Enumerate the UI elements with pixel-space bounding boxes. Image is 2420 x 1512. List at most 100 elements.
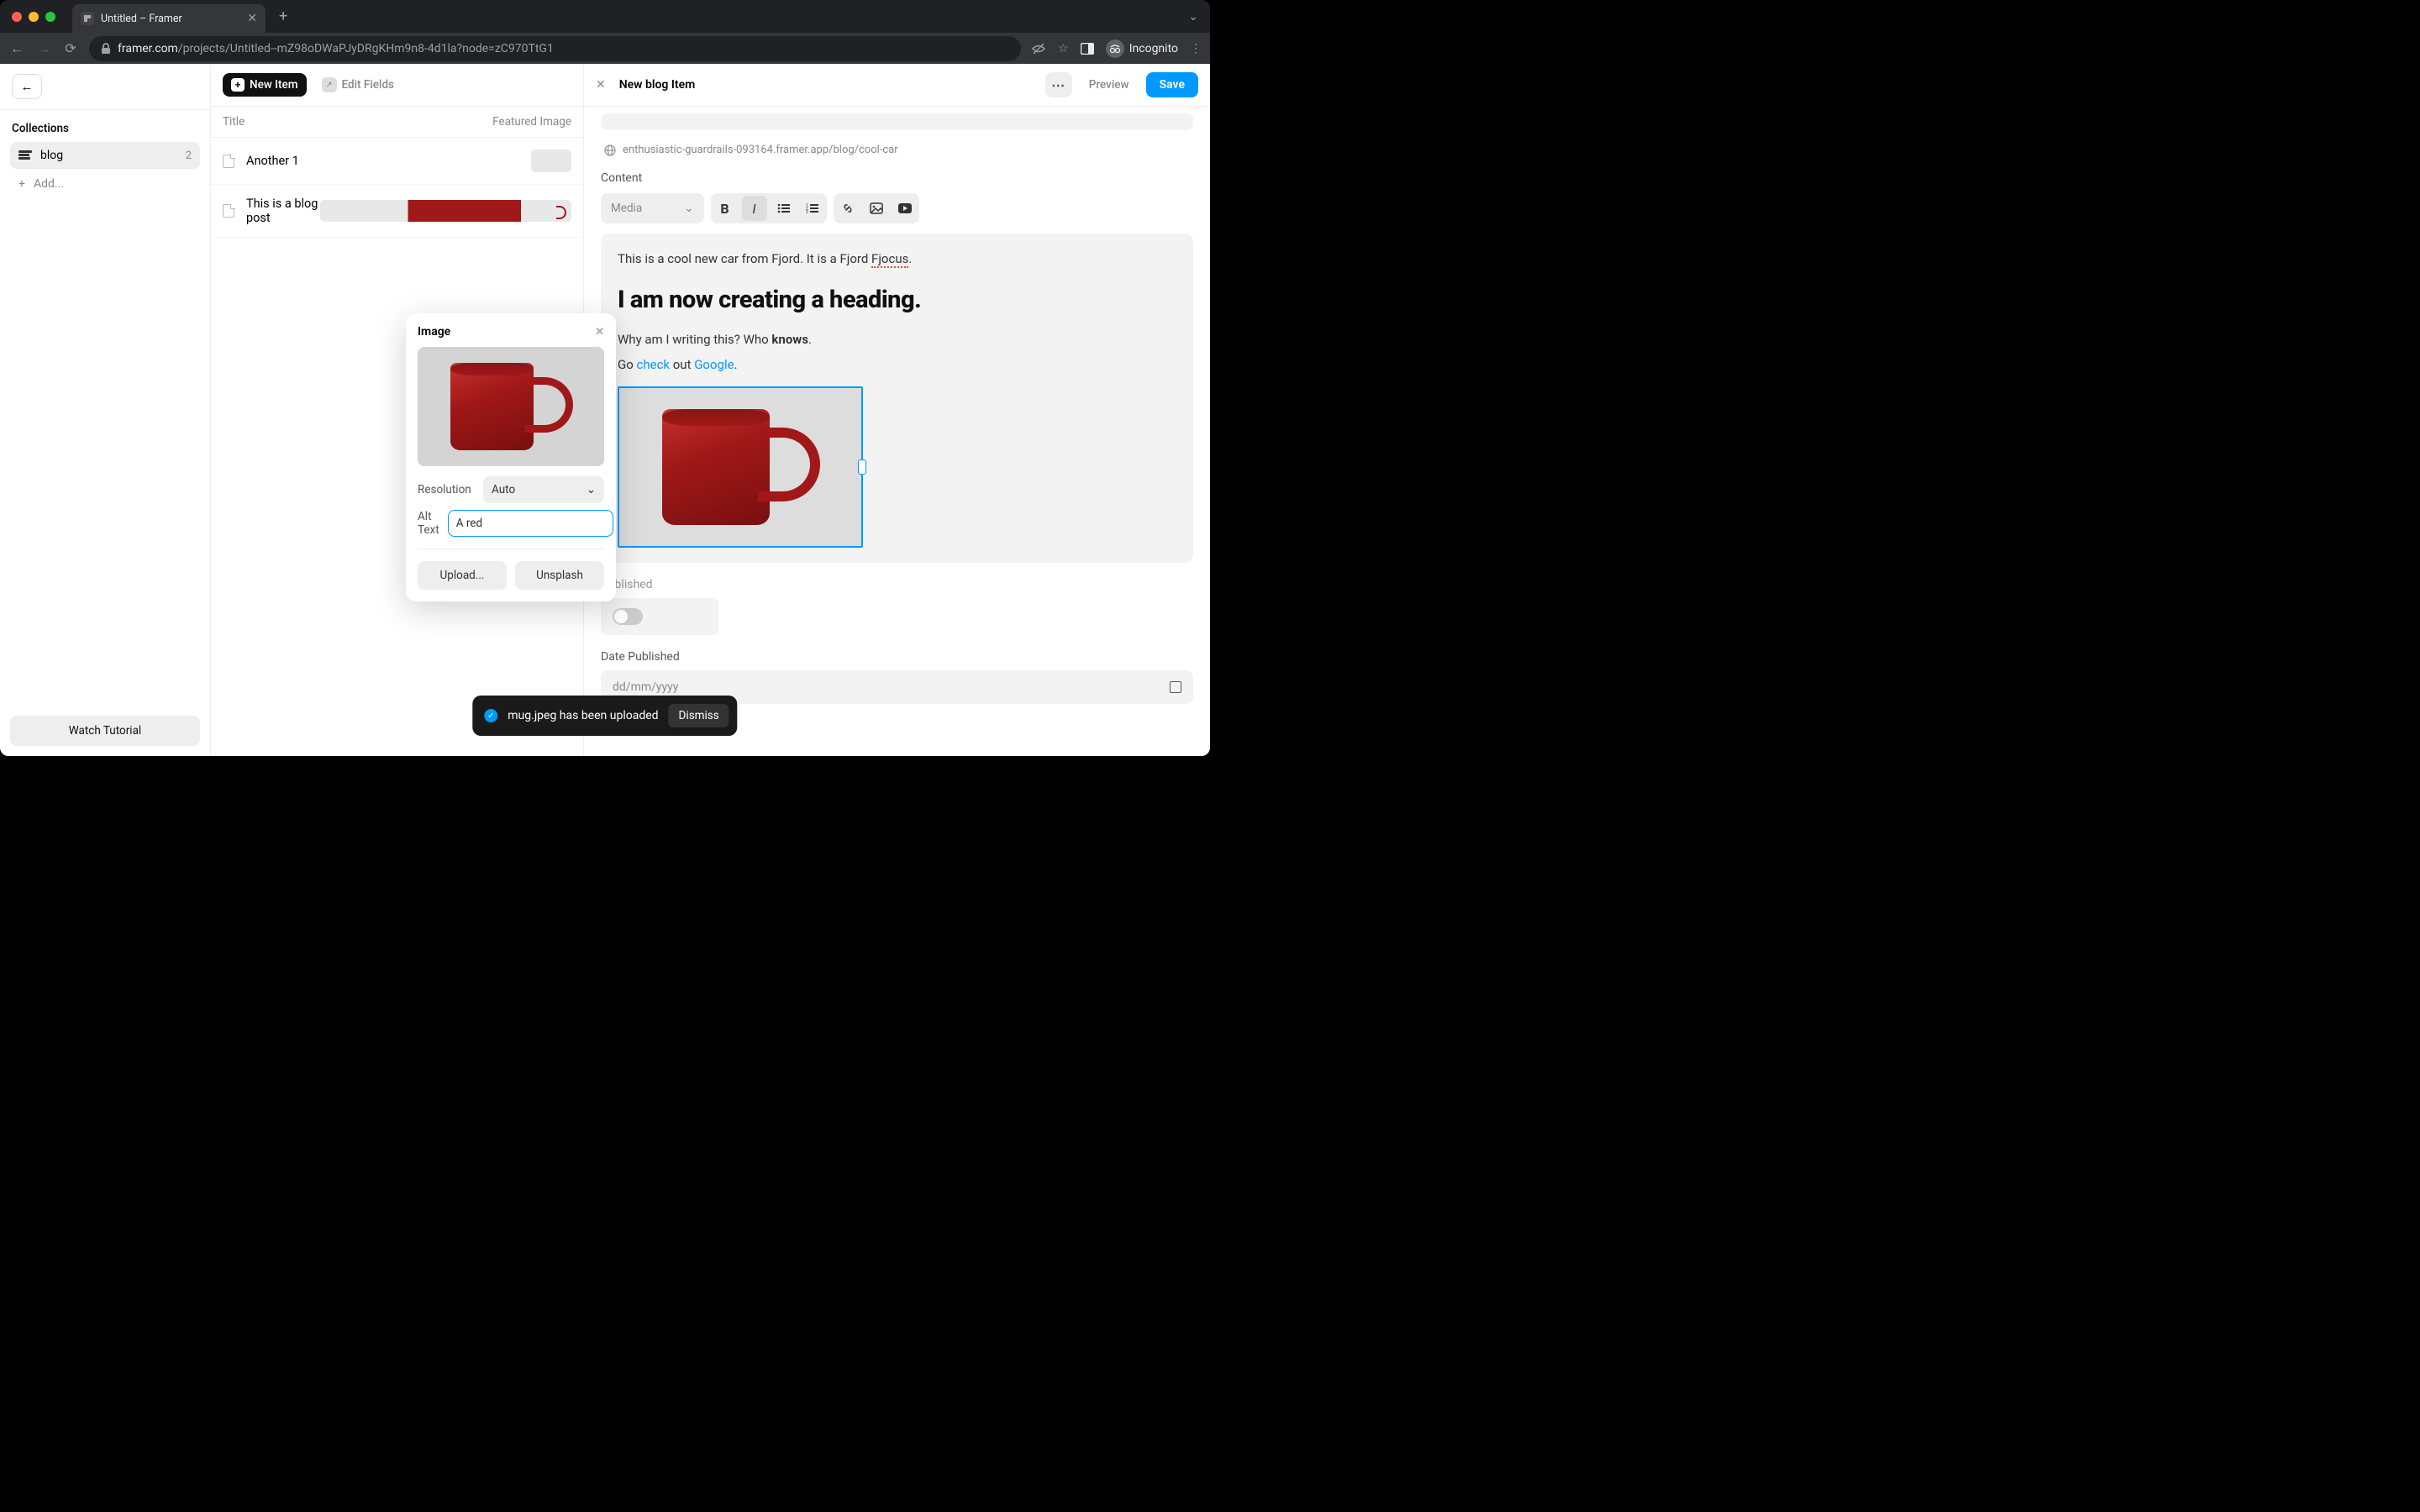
incognito-badge[interactable]: Incognito — [1106, 39, 1178, 58]
image-preview[interactable] — [418, 347, 604, 466]
popover-header: Image ✕ — [418, 325, 604, 339]
item-title: Another 1 — [246, 154, 531, 168]
panel-icon[interactable] — [1081, 43, 1094, 55]
resolution-select[interactable]: Auto ⌄ — [483, 476, 604, 503]
published-label: Published — [601, 578, 1193, 591]
add-collection-button[interactable]: + Add... — [10, 171, 200, 197]
incognito-icon — [1106, 39, 1124, 58]
insert-group — [834, 193, 919, 223]
maximize-window-button[interactable] — [45, 12, 55, 22]
video-button[interactable] — [891, 193, 919, 223]
item-thumbnail — [320, 200, 571, 223]
collection-count: 2 — [186, 150, 192, 162]
bold-button[interactable]: B — [711, 193, 739, 223]
more-options-button[interactable]: ⋯ — [1045, 72, 1072, 97]
left-sidebar: ← Collections blog 2 + Add... Watch Tuto… — [0, 64, 211, 756]
reload-button[interactable]: ⟳ — [62, 40, 79, 56]
new-item-label: New Item — [250, 78, 298, 92]
upload-button[interactable]: Upload... — [418, 561, 507, 590]
content-label: Content — [601, 171, 1193, 185]
bullet-list-button[interactable] — [770, 193, 798, 223]
save-button[interactable]: Save — [1146, 72, 1198, 97]
mug-image — [444, 360, 578, 454]
minimize-window-button[interactable] — [29, 12, 39, 22]
upload-toast: ✓ mug.jpeg has been uploaded Dismiss — [472, 696, 737, 736]
spellcheck-word: Fjocus — [871, 251, 908, 268]
item-row[interactable]: This is a blog post — [211, 185, 583, 238]
document-icon — [223, 204, 234, 218]
lock-icon — [101, 43, 111, 55]
panel-body: enthusiastic-guardrails-093164.framer.ap… — [584, 107, 1210, 756]
panel-header: ✕ New blog Item ⋯ Preview Save — [584, 64, 1210, 107]
editor-paragraph[interactable]: This is a cool new car from Fjord. It is… — [618, 249, 1176, 269]
italic-button[interactable]: I — [742, 196, 767, 221]
kebab-menu-icon[interactable]: ⋮ — [1190, 42, 1202, 55]
url-host: framer.com — [118, 42, 178, 55]
alt-text-label: Alt Text — [418, 510, 439, 537]
browser-tab[interactable]: Untitled – Framer ✕ — [72, 4, 266, 33]
document-icon — [223, 155, 234, 168]
image-resize-handle[interactable] — [858, 459, 866, 475]
collection-label: blog — [40, 149, 63, 162]
forward-button[interactable]: → — [35, 40, 52, 57]
address-bar: ← → ⟳ framer.com/projects/Untitled--mZ98… — [0, 33, 1210, 64]
tab-favicon — [81, 12, 94, 25]
numbered-list-button[interactable]: 123 — [798, 193, 827, 223]
slug-url-text: enthusiastic-guardrails-093164.framer.ap… — [623, 144, 898, 156]
url-path: /projects/Untitled--mZ98oDWaPJyDRgKHm9n8… — [178, 42, 554, 55]
edit-fields-button[interactable]: ↗ Edit Fields — [315, 72, 402, 97]
alt-text-input[interactable] — [448, 510, 613, 537]
editor-image-selected[interactable] — [618, 386, 863, 548]
eye-off-icon[interactable] — [1031, 41, 1046, 56]
media-dropdown[interactable]: Media ⌄ — [601, 193, 704, 223]
back-button[interactable]: ← — [8, 40, 25, 57]
date-placeholder: dd/mm/yyyy — [613, 680, 678, 694]
edit-fields-label: Edit Fields — [342, 78, 395, 92]
popover-close-icon[interactable]: ✕ — [595, 326, 604, 339]
calendar-icon — [1170, 681, 1181, 693]
new-item-button[interactable]: + New Item — [223, 73, 307, 97]
panel-title: New blog Item — [619, 78, 696, 92]
slug-url-display: enthusiastic-guardrails-093164.framer.ap… — [601, 144, 1193, 156]
items-toolbar: + New Item ↗ Edit Fields — [211, 64, 583, 107]
resolution-label: Resolution — [418, 483, 475, 496]
detail-panel: ✕ New blog Item ⋯ Preview Save enthusias… — [584, 64, 1210, 756]
editor-paragraph[interactable]: Go check out Google. — [618, 354, 1176, 375]
slug-input[interactable] — [601, 113, 1193, 130]
watch-tutorial-button[interactable]: Watch Tutorial — [10, 716, 200, 746]
image-button[interactable] — [862, 193, 891, 223]
editor-heading[interactable]: I am now creating a heading. — [618, 281, 1176, 319]
date-published-label: Date Published — [601, 650, 1193, 664]
format-group: B I 123 — [711, 193, 827, 223]
item-row[interactable]: Another 1 — [211, 138, 583, 185]
unsplash-button[interactable]: Unsplash — [515, 561, 604, 590]
browser-actions: ☆ Incognito ⋮ — [1031, 39, 1202, 58]
tab-close-icon[interactable]: ✕ — [247, 12, 257, 25]
editor-paragraph[interactable]: Why am I writing this? Who knows. — [618, 329, 1176, 349]
collection-item-blog[interactable]: blog 2 — [10, 142, 200, 169]
plus-icon: + — [231, 78, 245, 92]
popover-title: Image — [418, 325, 450, 339]
preview-button[interactable]: Preview — [1079, 73, 1139, 97]
new-tab-button[interactable]: + — [272, 8, 294, 25]
column-title: Title — [223, 115, 492, 129]
published-toggle[interactable] — [613, 608, 643, 625]
dismiss-button[interactable]: Dismiss — [669, 704, 729, 727]
items-list-header: Title Featured Image — [211, 107, 583, 138]
tabs-dropdown-icon[interactable]: ⌄ — [1188, 10, 1210, 24]
link-button[interactable] — [834, 193, 862, 223]
published-field — [601, 598, 718, 635]
column-featured: Featured Image — [492, 115, 571, 129]
star-icon[interactable]: ☆ — [1058, 42, 1069, 55]
url-input[interactable]: framer.com/projects/Untitled--mZ98oDWaPJ… — [89, 36, 1021, 61]
back-to-canvas-button[interactable]: ← — [12, 74, 42, 99]
editor-link[interactable]: Google — [694, 357, 734, 372]
close-window-button[interactable] — [12, 12, 22, 22]
close-panel-icon[interactable]: ✕ — [596, 78, 606, 92]
alt-text-row: Alt Text — [418, 510, 604, 537]
editor-link[interactable]: check — [637, 357, 671, 372]
globe-icon — [604, 144, 616, 156]
collections-header: Collections — [0, 110, 210, 142]
rich-text-editor[interactable]: This is a cool new car from Fjord. It is… — [601, 234, 1193, 563]
popover-actions: Upload... Unsplash — [418, 549, 604, 590]
